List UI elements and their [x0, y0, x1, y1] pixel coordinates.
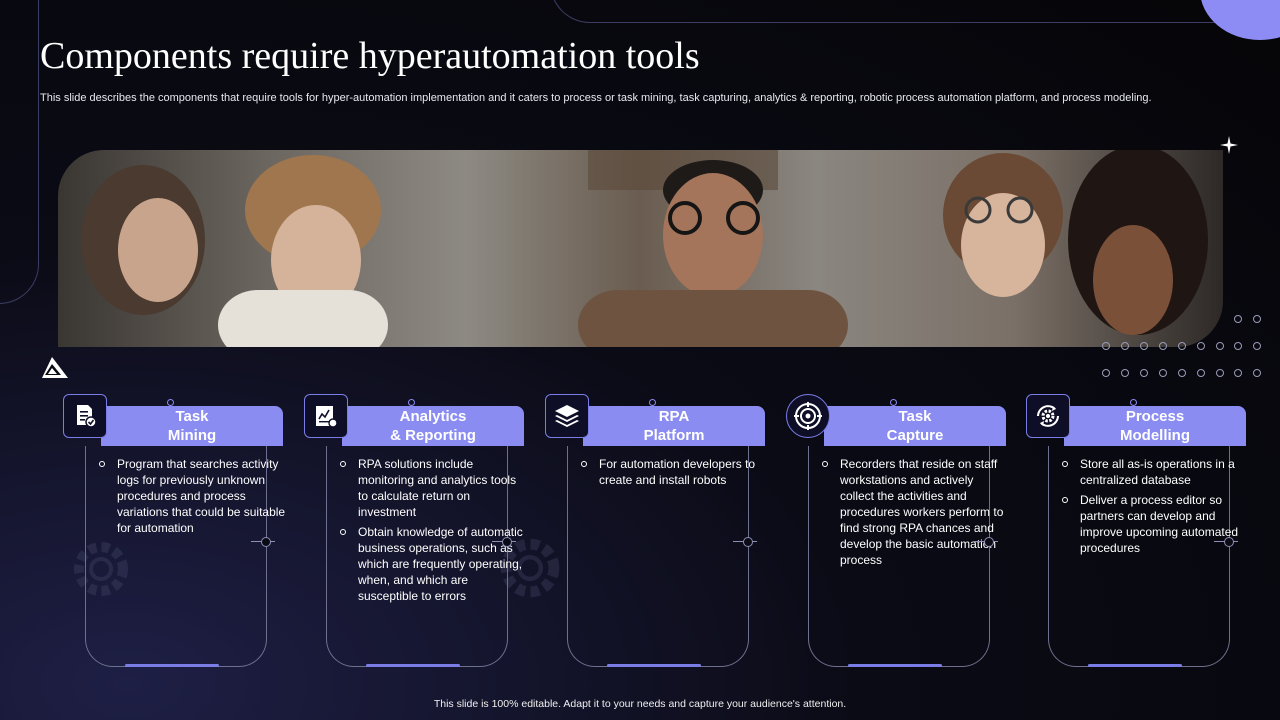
card-bottom-bar — [607, 664, 701, 667]
list-item: Obtain knowledge of automatic business o… — [340, 524, 528, 604]
triangle-logo-icon — [42, 357, 68, 378]
bullet-list: Program that searches activity logs for … — [95, 456, 287, 540]
list-item: For automation developers to create and … — [581, 456, 769, 488]
report-chart-icon — [304, 394, 348, 438]
card-header: RPA Platform — [583, 406, 765, 446]
gear-cycle-icon — [1026, 394, 1070, 438]
card-rpa-platform: RPA Platform For automation developers t… — [543, 394, 769, 670]
slide-subtitle: This slide describes the components that… — [40, 92, 1152, 104]
list-item: Program that searches activity logs for … — [99, 457, 286, 535]
target-capture-icon — [786, 394, 830, 438]
list-item: Deliver a process editor so partners can… — [1062, 492, 1250, 556]
connector-dot — [649, 399, 656, 406]
card-task-capture: Task Capture Recorders that reside on st… — [784, 394, 1010, 670]
card-title-line1: RPA — [658, 408, 690, 425]
decorative-circle — [1200, 0, 1280, 40]
bullet-list: Recorders that reside on staff workstati… — [818, 456, 1010, 572]
card-title-line2: & Reporting — [390, 427, 476, 444]
connector-dot — [408, 399, 415, 406]
decorative-curve-top — [550, 0, 1272, 23]
card-title-line1: Process — [1125, 408, 1185, 425]
card-bottom-bar — [366, 664, 460, 667]
document-check-icon — [63, 394, 107, 438]
connector-dot — [1130, 399, 1137, 406]
list-item: Recorders that reside on staff workstati… — [822, 456, 1010, 568]
bullet-list: For automation developers to create and … — [577, 456, 769, 492]
card-title-line2: Modelling — [1120, 427, 1190, 444]
card-title-line2: Capture — [886, 427, 944, 444]
card-title-line2: Platform — [643, 427, 705, 444]
card-bottom-bar — [125, 664, 219, 667]
card-header: Task Mining — [101, 406, 283, 446]
list-item: Store all as-is operations in a centrali… — [1062, 456, 1250, 488]
connector-dot — [261, 537, 271, 547]
layers-icon — [545, 394, 589, 438]
slide-title: Components require hyperautomation tools — [40, 35, 700, 77]
card-analytics-reporting: Analytics & Reporting RPA solutions incl… — [302, 394, 528, 670]
card-header: Analytics & Reporting — [342, 406, 524, 446]
card-title-line1: Task — [175, 408, 209, 425]
connector-dot — [984, 537, 994, 547]
bullet-list: RPA solutions include monitoring and ana… — [336, 456, 528, 608]
card-title-line1: Analytics — [399, 408, 467, 425]
card-bottom-bar — [1088, 664, 1182, 667]
card-header: Process Modelling — [1064, 406, 1246, 446]
slide-footer: This slide is 100% editable. Adapt it to… — [433, 698, 847, 710]
connector-dot — [1224, 537, 1234, 547]
team-meeting-photo — [58, 150, 1223, 347]
card-task-mining: Task Mining Program that searches activi… — [61, 394, 287, 670]
card-title-line1: Task — [898, 408, 932, 425]
connector-dot — [890, 399, 897, 406]
connector-dot — [502, 537, 512, 547]
bullet-list: Store all as-is operations in a centrali… — [1058, 456, 1250, 560]
card-bottom-bar — [848, 664, 942, 667]
decorative-dot-grid — [1102, 315, 1261, 377]
decorative-curve-left — [0, 0, 39, 304]
card-header: Task Capture — [824, 406, 1006, 446]
connector-dot — [743, 537, 753, 547]
list-item: RPA solutions include monitoring and ana… — [340, 456, 528, 520]
connector-dot — [167, 399, 174, 406]
card-title-line2: Mining — [167, 427, 217, 444]
card-process-modelling: Process Modelling Store all as-is operat… — [1024, 394, 1250, 670]
